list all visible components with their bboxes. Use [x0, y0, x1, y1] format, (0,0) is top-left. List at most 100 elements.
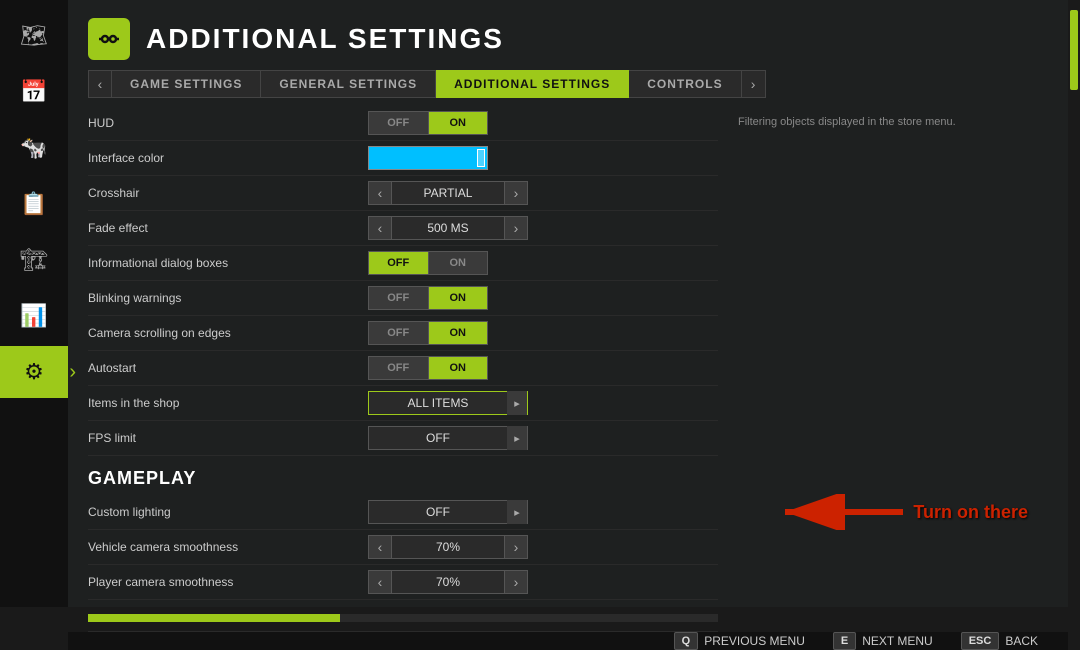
- crosshair-control: ‹ PARTIAL ›: [368, 181, 718, 205]
- blinking-off-btn[interactable]: OFF: [368, 286, 429, 310]
- hud-toggle[interactable]: OFF ON: [368, 111, 488, 135]
- player-camera-next-btn[interactable]: ›: [504, 570, 528, 594]
- fps-row: FPS limit OFF ▸: [88, 421, 718, 456]
- annotation-container: Turn on there: [775, 494, 1028, 530]
- fade-value: 500 MS: [392, 216, 504, 240]
- map-icon: 🗺: [20, 23, 48, 49]
- fps-dropdown[interactable]: OFF ▸: [368, 426, 528, 450]
- vehicle-camera-label: Vehicle camera smoothness: [88, 540, 368, 554]
- camera-scroll-off-btn[interactable]: OFF: [368, 321, 429, 345]
- hud-control: OFF ON: [368, 111, 718, 135]
- crosshair-prev-btn[interactable]: ‹: [368, 181, 392, 205]
- page-title: ADDITIONAL SETTINGS: [146, 23, 504, 55]
- player-camera-prev-btn[interactable]: ‹: [368, 570, 392, 594]
- custom-lighting-arrow[interactable]: ▸: [507, 500, 527, 524]
- building-icon: 🏗: [20, 247, 48, 273]
- info-dialog-row: Informational dialog boxes OFF ON: [88, 246, 718, 281]
- next-menu-action[interactable]: E NEXT MENU: [819, 632, 947, 650]
- info-dialog-label: Informational dialog boxes: [88, 256, 368, 270]
- crosshair-row: Crosshair ‹ PARTIAL ›: [88, 176, 718, 211]
- info-dialog-toggle[interactable]: OFF ON: [368, 251, 488, 275]
- tab-next-arrow[interactable]: ›: [742, 70, 766, 98]
- camera-scroll-control: OFF ON: [368, 321, 718, 345]
- info-text: Filtering objects displayed in the store…: [738, 116, 1018, 128]
- items-shop-arrow[interactable]: ▸: [507, 391, 527, 415]
- info-dialog-on-btn[interactable]: ON: [429, 251, 489, 275]
- camera-scroll-label: Camera scrolling on edges: [88, 326, 368, 340]
- color-picker[interactable]: [368, 146, 488, 170]
- tabs-bar: ‹ GAME SETTINGS GENERAL SETTINGS ADDITIO…: [68, 70, 1068, 98]
- crosshair-stepper[interactable]: ‹ PARTIAL ›: [368, 181, 528, 205]
- custom-lighting-dropdown[interactable]: OFF ▸: [368, 500, 528, 524]
- tab-additional-settings[interactable]: ADDITIONAL SETTINGS: [436, 70, 629, 98]
- items-shop-dropdown[interactable]: ALL ITEMS ▸: [368, 391, 528, 415]
- crosshair-value: PARTIAL: [392, 181, 504, 205]
- camera-scroll-row: Camera scrolling on edges OFF ON: [88, 316, 718, 351]
- sidebar-item-map[interactable]: 🗺: [5, 10, 63, 62]
- scrollbar-thumb[interactable]: [1070, 10, 1078, 90]
- hud-label: HUD: [88, 116, 368, 130]
- fade-effect-row: Fade effect ‹ 500 MS ›: [88, 211, 718, 246]
- camera-scroll-toggle[interactable]: OFF ON: [368, 321, 488, 345]
- header: ADDITIONAL SETTINGS: [68, 0, 1068, 70]
- sidebar-item-calendar[interactable]: 📅: [5, 66, 63, 118]
- hud-on-btn[interactable]: ON: [429, 111, 489, 135]
- sidebar: 🗺 📅 🐄 📋 🏗 📊 ⚙: [0, 0, 68, 607]
- vehicle-camera-prev-btn[interactable]: ‹: [368, 535, 392, 559]
- player-camera-stepper[interactable]: ‹ 70% ›: [368, 570, 528, 594]
- info-dialog-off-btn[interactable]: OFF: [368, 251, 429, 275]
- player-camera-value: 70%: [392, 570, 504, 594]
- sidebar-item-animals[interactable]: 🐄: [5, 122, 63, 174]
- info-dialog-control: OFF ON: [368, 251, 718, 275]
- scrollbar[interactable]: [1068, 0, 1080, 607]
- bottom-bar: Q PREVIOUS MENU E NEXT MENU ESC BACK: [68, 632, 1068, 650]
- autostart-row: Autostart OFF ON: [88, 351, 718, 386]
- player-camera-control: ‹ 70% ›: [368, 570, 718, 594]
- vehicle-camera-next-btn[interactable]: ›: [504, 535, 528, 559]
- tab-game-settings[interactable]: GAME SETTINGS: [112, 70, 261, 98]
- red-arrow-icon: [775, 494, 905, 530]
- player-camera-label: Player camera smoothness: [88, 575, 368, 589]
- sidebar-item-stats[interactable]: 📊: [5, 290, 63, 342]
- vehicle-camera-stepper[interactable]: ‹ 70% ›: [368, 535, 528, 559]
- hud-off-btn[interactable]: OFF: [368, 111, 429, 135]
- hud-setting-row: HUD OFF ON: [88, 106, 718, 141]
- crosshair-label: Crosshair: [88, 186, 368, 200]
- main-content: ADDITIONAL SETTINGS ‹ GAME SETTINGS GENE…: [68, 0, 1068, 607]
- sidebar-item-documents[interactable]: 📋: [5, 178, 63, 230]
- blinking-toggle[interactable]: OFF ON: [368, 286, 488, 310]
- tab-prev-arrow[interactable]: ‹: [88, 70, 112, 98]
- fade-next-btn[interactable]: ›: [504, 216, 528, 240]
- autostart-off-btn[interactable]: OFF: [368, 356, 429, 380]
- next-key-badge: E: [833, 632, 856, 650]
- crosshair-next-btn[interactable]: ›: [504, 181, 528, 205]
- items-shop-value: ALL ITEMS: [369, 396, 507, 410]
- fps-label: FPS limit: [88, 431, 368, 445]
- fps-control: OFF ▸: [368, 426, 718, 450]
- interface-color-row: Interface color: [88, 141, 718, 176]
- items-shop-control: ALL ITEMS ▸: [368, 391, 718, 415]
- settings-panel: HUD OFF ON Interface color: [88, 106, 718, 632]
- fade-prev-btn[interactable]: ‹: [368, 216, 392, 240]
- vehicle-camera-control: ‹ 70% ›: [368, 535, 718, 559]
- prev-menu-action[interactable]: Q PREVIOUS MENU: [660, 632, 819, 650]
- fps-arrow[interactable]: ▸: [507, 426, 527, 450]
- custom-lighting-control: OFF ▸: [368, 500, 718, 524]
- camera-scroll-on-btn[interactable]: ON: [429, 321, 489, 345]
- autostart-on-btn[interactable]: ON: [429, 356, 489, 380]
- sidebar-item-building[interactable]: 🏗: [5, 234, 63, 286]
- calendar-icon: 📅: [20, 79, 47, 105]
- fade-effect-stepper[interactable]: ‹ 500 MS ›: [368, 216, 528, 240]
- esc-key-badge: ESC: [961, 632, 1000, 650]
- tab-controls[interactable]: CONTROLS: [629, 70, 741, 98]
- progress-row: [88, 600, 718, 632]
- autostart-toggle[interactable]: OFF ON: [368, 356, 488, 380]
- stats-icon: 📊: [20, 303, 47, 329]
- blinking-control: OFF ON: [368, 286, 718, 310]
- sidebar-item-settings[interactable]: ⚙: [0, 346, 68, 398]
- vehicle-camera-row: Vehicle camera smoothness ‹ 70% ›: [88, 530, 718, 565]
- tab-general-settings[interactable]: GENERAL SETTINGS: [261, 70, 436, 98]
- back-action[interactable]: ESC BACK: [947, 632, 1052, 650]
- next-menu-label: NEXT MENU: [862, 634, 932, 648]
- blinking-on-btn[interactable]: ON: [429, 286, 489, 310]
